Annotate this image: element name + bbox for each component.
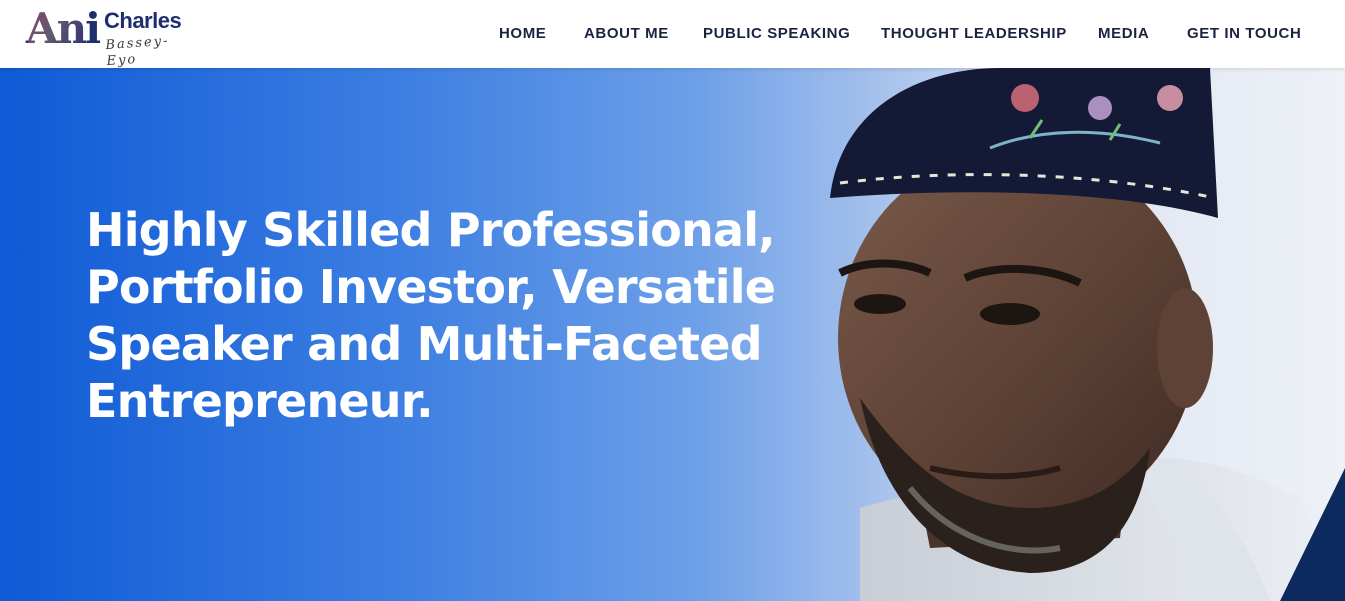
logo-name: Charles <box>104 8 182 33</box>
nav-item-media[interactable]: MEDIA <box>1098 24 1149 44</box>
hero-banner: Highly Skilled Professional, Portfolio I… <box>0 68 1345 601</box>
logo-mark-portrait-artwork <box>28 11 84 47</box>
hero-headline-line: Speaker and Multi-Faceted <box>86 317 763 371</box>
hero-headline: Highly Skilled Professional, Portfolio I… <box>86 202 826 430</box>
site-logo[interactable]: Ani Charles Bassey-Eyo <box>24 5 194 70</box>
site-header: Ani Charles Bassey-Eyo HOME ABOUT ME PUB… <box>0 0 1345 70</box>
logo-surname: Bassey-Eyo <box>104 33 170 70</box>
hero-headline-line: Portfolio Investor, Versatile <box>86 260 776 314</box>
nav-item-thought-leadership[interactable]: THOUGHT LEADERSHIP <box>881 24 1067 44</box>
nav-item-home[interactable]: HOME <box>499 24 546 44</box>
nav-item-public-speaking[interactable]: PUBLIC SPEAKING <box>703 24 850 44</box>
hero-headline-line: Highly Skilled Professional, <box>86 203 776 257</box>
hero-headline-line: Entrepreneur. <box>86 374 434 428</box>
nav-item-about-me[interactable]: ABOUT ME <box>584 24 669 44</box>
decorative-corner-shape <box>1280 468 1345 601</box>
hero-portrait-photo <box>830 68 1345 601</box>
nav-item-get-in-touch[interactable]: GET IN TOUCH <box>1187 24 1301 44</box>
